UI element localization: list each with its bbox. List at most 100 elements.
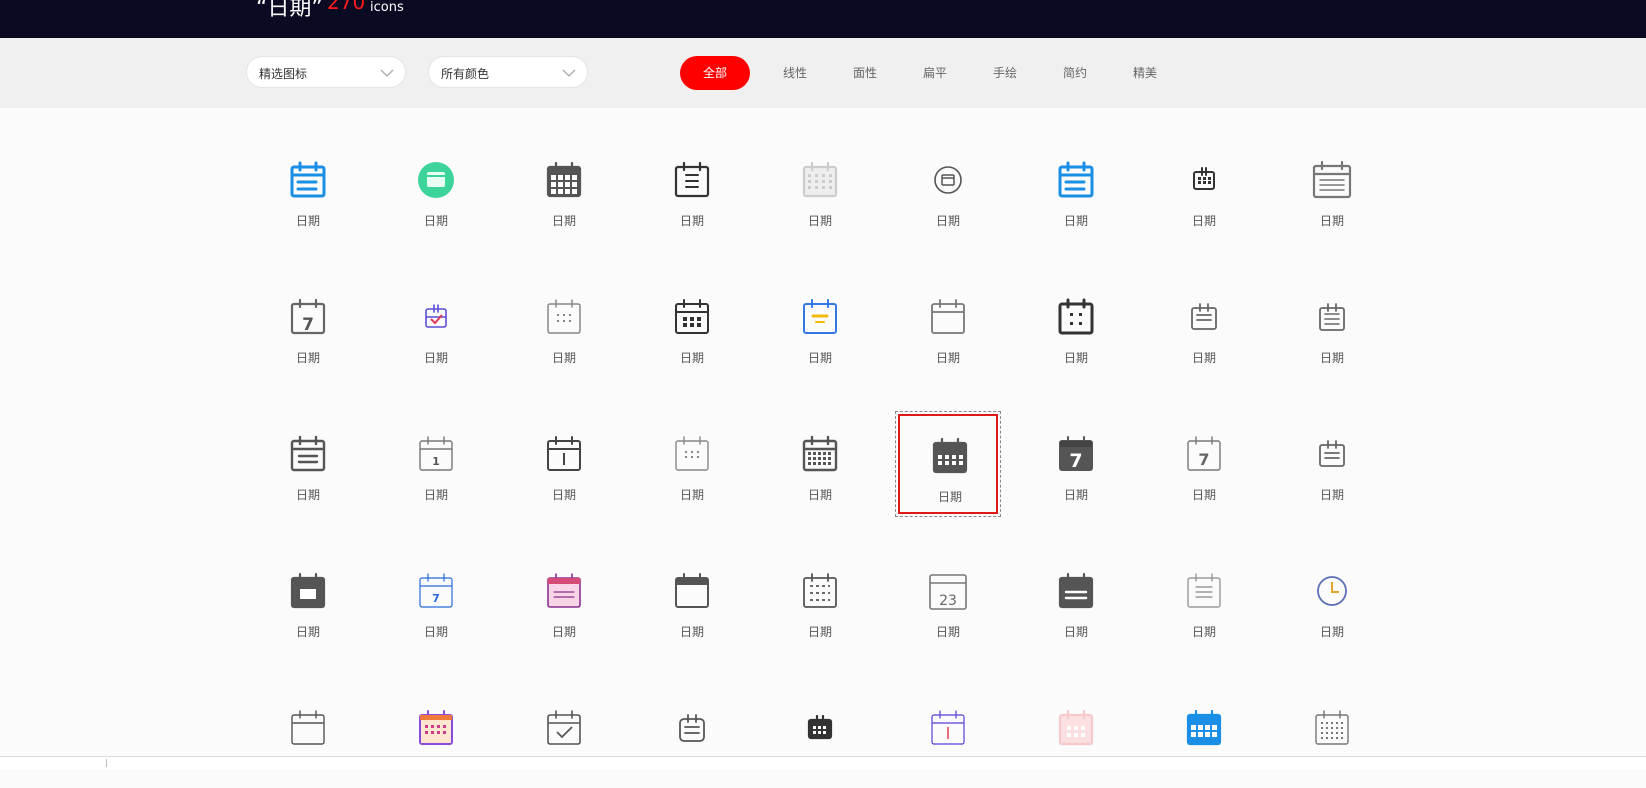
tab-exquisite[interactable]: 精美	[1120, 56, 1170, 90]
icon-label: 日期	[679, 625, 704, 639]
icon-card[interactable]: 1 日期	[386, 414, 486, 514]
icon-label: 日期	[679, 214, 704, 228]
calendar-grid-dark-icon	[544, 160, 584, 200]
icon-card[interactable]	[642, 688, 742, 788]
icon-label: 日期	[1319, 214, 1344, 228]
icon-label: 日期	[423, 488, 448, 502]
icon-card[interactable]: 日期	[898, 140, 998, 240]
icon-label: 日期	[935, 625, 960, 639]
calendar-lines-rounded-icon	[672, 708, 712, 748]
icon-card[interactable]: 日期	[1026, 551, 1126, 651]
calendar-grid-filled-icon	[930, 436, 970, 476]
icon-card[interactable]	[1154, 688, 1254, 788]
icon-label: 日期	[551, 351, 576, 365]
icon-card[interactable]: 日期	[1026, 140, 1126, 240]
icon-card[interactable]: 日期	[770, 414, 870, 514]
icon-card[interactable]	[770, 688, 870, 788]
icon-card[interactable]: 日期	[386, 277, 486, 377]
icon-card[interactable]: 7 日期	[1154, 414, 1254, 514]
calendar-orange-purple-icon	[416, 708, 456, 748]
svg-text:7: 7	[1198, 450, 1209, 469]
calendar-small-dark-icon	[1184, 160, 1224, 200]
icon-label: 日期	[1319, 625, 1344, 639]
icon-label: 日期	[1319, 351, 1344, 365]
icon-card[interactable]: 日期	[1154, 551, 1254, 651]
icon-label: 日期	[935, 351, 960, 365]
icon-label: 日期	[679, 488, 704, 502]
icon-card[interactable]: 日期	[258, 414, 358, 514]
icon-set-select[interactable]: 精选图标	[246, 56, 406, 88]
tab-flat[interactable]: 扁平	[910, 56, 960, 90]
calendar-23-icon: 23	[928, 571, 968, 611]
icon-set-select-value: 精选图标	[259, 67, 308, 81]
icon-card[interactable]	[386, 688, 486, 788]
icon-card[interactable]: 日期	[514, 140, 614, 240]
icon-label: 日期	[423, 625, 448, 639]
calendar-dots-dark-icon	[672, 297, 712, 337]
calendar-seven-outline-icon: 7	[1184, 434, 1224, 474]
icon-card[interactable]: 日期	[1154, 277, 1254, 377]
icon-card[interactable]: 日期	[1026, 277, 1126, 377]
icon-card[interactable]: 日期	[642, 414, 742, 514]
tab-line[interactable]: 线性	[770, 56, 820, 90]
color-select[interactable]: 所有颜色	[428, 56, 588, 88]
icon-label: 日期	[295, 625, 320, 639]
icon-card[interactable]: 日期	[514, 277, 614, 377]
chevron-down-icon	[561, 65, 577, 84]
icon-label: 日期	[551, 625, 576, 639]
icon-card[interactable]: 日期	[1282, 414, 1382, 514]
tab-fill[interactable]: 面性	[840, 56, 890, 90]
icon-card[interactable]: 日期	[770, 277, 870, 377]
calendar-dots-light-icon	[672, 434, 712, 474]
tab-simple[interactable]: 简约	[1050, 56, 1100, 90]
icon-card[interactable]: 日期	[514, 551, 614, 651]
icon-card[interactable]	[258, 688, 358, 788]
calendar-dots-icon	[544, 297, 584, 337]
icon-card[interactable]: 7 日期	[1026, 414, 1126, 514]
calendar-dotted-grid-icon	[1312, 708, 1352, 748]
icon-card[interactable]	[514, 688, 614, 788]
calendar-blue-lines-icon	[1056, 160, 1096, 200]
result-count: 270	[327, 0, 366, 14]
icon-card[interactable]: 日期	[1282, 277, 1382, 377]
calendar-blue-lines-icon	[288, 160, 328, 200]
calendar-filled-square-icon	[288, 571, 328, 611]
tab-all[interactable]: 全部	[680, 56, 750, 90]
icon-card[interactable]: 日期	[642, 277, 742, 377]
icon-label: 日期	[807, 488, 832, 502]
icon-card[interactable]: 日期	[514, 414, 614, 514]
filter-bar: 精选图标 所有颜色 全部 线性 面性 扁平 手绘 简约 精美	[0, 38, 1646, 108]
icon-card[interactable]: 日期	[895, 411, 1001, 517]
calendar-filled-list-icon	[1056, 571, 1096, 611]
color-select-value: 所有颜色	[441, 67, 490, 81]
icon-card[interactable]: 日期	[386, 140, 486, 240]
chevron-down-icon	[379, 65, 395, 84]
tab-handdrawn[interactable]: 手绘	[980, 56, 1030, 90]
icon-card[interactable]: 日期	[1282, 551, 1382, 651]
icon-card[interactable]: 日期	[258, 551, 358, 651]
icon-label: 日期	[1063, 351, 1088, 365]
icon-card[interactable]	[1026, 688, 1126, 788]
icon-card[interactable]: 日期	[1154, 140, 1254, 240]
icon-card[interactable]: 日期	[1282, 140, 1382, 240]
icon-card[interactable]	[898, 688, 998, 788]
icon-label: 日期	[295, 488, 320, 502]
icon-card[interactable]: 日期	[898, 277, 998, 377]
icon-card[interactable]: 日期	[770, 551, 870, 651]
icon-card[interactable]: 7 日期	[258, 277, 358, 377]
icon-label: 日期	[807, 214, 832, 228]
icon-card[interactable]: 日期	[770, 140, 870, 240]
calendar-lines-thin-icon	[1184, 571, 1224, 611]
icon-card[interactable]: 日期	[258, 140, 358, 240]
icon-card[interactable]	[1282, 688, 1382, 788]
calendar-pink-light-icon	[1056, 708, 1096, 748]
svg-text:7: 7	[1069, 450, 1082, 472]
icon-card[interactable]: 日期	[642, 551, 742, 651]
icon-label: 日期	[1191, 625, 1216, 639]
icon-card[interactable]: 23 日期	[898, 551, 998, 651]
calendar-pink-purple-icon	[544, 571, 584, 611]
icon-label: 日期	[551, 488, 576, 502]
icon-label: 日期	[1063, 625, 1088, 639]
icon-card[interactable]: 日期	[642, 140, 742, 240]
icon-card[interactable]: 7 日期	[386, 551, 486, 651]
